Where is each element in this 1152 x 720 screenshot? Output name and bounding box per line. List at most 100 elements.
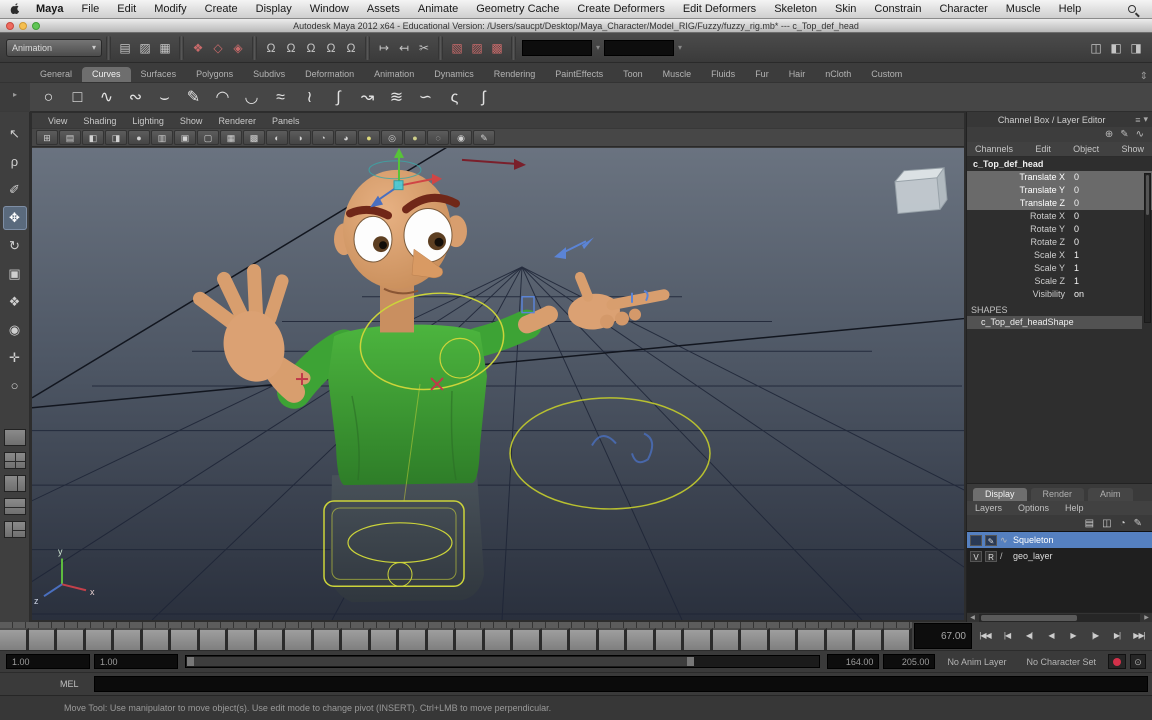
range-end-handle[interactable] (686, 657, 694, 666)
attr-value[interactable]: 0 (1071, 236, 1152, 249)
anim-layer-menu[interactable]: No Anim Layer (939, 657, 1014, 667)
toggle-channel-box-icon[interactable]: ◨ (1126, 38, 1146, 58)
default-light-icon[interactable]: ● (358, 130, 380, 145)
menu-constrain[interactable]: Constrain (865, 0, 930, 18)
channel-attr-scale-z[interactable]: Scale Z 1 (967, 275, 1152, 288)
menu-create-deformers[interactable]: Create Deformers (568, 0, 673, 18)
attr-value[interactable]: on (1071, 288, 1152, 301)
layer-menu-help[interactable]: Help (1065, 503, 1100, 513)
menu-assets[interactable]: Assets (358, 0, 409, 18)
all-lights-icon[interactable]: ● (404, 130, 426, 145)
scale-tool[interactable]: ▣ (3, 262, 27, 286)
range-start-handle[interactable] (187, 657, 194, 666)
viewport-canvas[interactable]: y x z (32, 148, 964, 620)
channelbox-menu-channels[interactable]: Channels (975, 144, 1013, 154)
step-forward-frame-button[interactable]: |▶ (1084, 625, 1106, 647)
move-tool[interactable]: ✥ (2, 206, 27, 230)
isolate-select-icon[interactable]: ◉ (450, 130, 472, 145)
layout-single-perspective[interactable] (3, 429, 26, 446)
universal-manipulator-tool[interactable]: ❖ (3, 290, 27, 314)
shelf-tab-polygons[interactable]: Polygons (186, 67, 243, 82)
play-backwards-button[interactable]: ◀ (1040, 625, 1062, 647)
layer-name[interactable]: geo_layer (1013, 551, 1053, 561)
shelf-tab-rendering[interactable]: Rendering (484, 67, 546, 82)
panel-menu-panels[interactable]: Panels (264, 116, 308, 126)
channel-manip-icon[interactable]: ✎ (1120, 129, 1128, 140)
rotate-tool[interactable]: ↻ (3, 234, 27, 258)
panel-menu-view[interactable]: View (40, 116, 75, 126)
channel-attr-rotate-x[interactable]: Rotate X 0 (967, 210, 1152, 223)
layer-row-geo-layer[interactable]: V R / geo_layer (967, 548, 1152, 564)
panel-menu-icon[interactable]: ≡ (1135, 115, 1140, 125)
channel-attr-rotate-y[interactable]: Rotate Y 0 (967, 223, 1152, 236)
layer-tab-anim[interactable]: Anim (1088, 488, 1133, 501)
two-point-arc-icon[interactable]: ◡ (237, 85, 266, 110)
playback-end-field[interactable]: 164.00 (827, 654, 880, 669)
auto-keyframe-button[interactable] (1108, 654, 1126, 669)
minimize-window-button[interactable] (19, 22, 27, 30)
input-connections-icon[interactable]: ↦ (374, 38, 394, 58)
menu-muscle[interactable]: Muscle (997, 0, 1050, 18)
attr-value[interactable]: 0 (1071, 171, 1152, 184)
channel-attr-translate-x[interactable]: Translate X 0 (967, 171, 1152, 184)
menu-skeleton[interactable]: Skeleton (765, 0, 826, 18)
shelf-resize-icon[interactable]: ⇕ (1140, 71, 1148, 82)
panel-menu-lighting[interactable]: Lighting (124, 116, 172, 126)
range-fill[interactable] (187, 657, 694, 666)
2d-pan-zoom-icon[interactable]: ▥ (151, 130, 173, 145)
snap-curve-icon[interactable]: Ω (281, 38, 301, 58)
shelf-tab-deformation[interactable]: Deformation (295, 67, 364, 82)
layer-type-icon[interactable]: ∿ (1000, 535, 1010, 546)
add-points-tool-icon[interactable]: ʃ (469, 85, 498, 110)
reference-cube[interactable] (894, 167, 948, 214)
three-point-arc-icon[interactable]: ◠ (208, 85, 237, 110)
menu-create[interactable]: Create (196, 0, 247, 18)
current-frame-field[interactable]: 67.00 (914, 623, 972, 649)
layer-visibility-toggle[interactable]: V (970, 550, 982, 562)
layer-row-squeleton[interactable]: ✎ ∿ Squeleton (967, 532, 1152, 548)
snap-point-icon[interactable]: Ω (301, 38, 321, 58)
xray-icon[interactable]: ◌ (427, 130, 449, 145)
attr-value[interactable]: 0 (1071, 210, 1152, 223)
attr-value[interactable]: 1 (1071, 249, 1152, 262)
menu-edit[interactable]: Edit (108, 0, 145, 18)
textured-icon[interactable]: ▩ (243, 130, 265, 145)
image-plane-icon[interactable]: ● (128, 130, 150, 145)
select-hierarchy-icon[interactable]: ❖ (188, 38, 208, 58)
apple-logo-icon[interactable] (10, 3, 21, 16)
play-forwards-button[interactable]: ▶ (1062, 625, 1084, 647)
command-language-label[interactable]: MEL (60, 679, 88, 689)
layout-four-view[interactable] (3, 452, 26, 469)
menu-modify[interactable]: Modify (145, 0, 195, 18)
playback-start-field[interactable]: 1.00 (94, 654, 178, 669)
layer-horizontal-scrollbar[interactable]: ◀ ▶ (967, 612, 1152, 622)
shelf-tab-muscle[interactable]: Muscle (653, 67, 702, 82)
new-empty-layer-icon[interactable]: ▤ (1085, 518, 1094, 529)
extend-curve-icon[interactable]: ↝ (353, 85, 382, 110)
attach-curves-icon[interactable]: ≈ (266, 85, 295, 110)
go-to-end-button[interactable]: ▶▶| (1128, 625, 1150, 647)
channelbox-menu-edit[interactable]: Edit (1035, 144, 1051, 154)
camera-attributes-icon[interactable]: ◧ (82, 130, 104, 145)
menu-maya[interactable]: Maya (27, 0, 73, 18)
channel-attr-translate-z[interactable]: Translate Z 0 (967, 197, 1152, 210)
detach-curves-icon[interactable]: ≀ (295, 85, 324, 110)
menu-file[interactable]: File (73, 0, 109, 18)
channel-attr-translate-y[interactable]: Translate Y 0 (967, 184, 1152, 197)
menu-skin[interactable]: Skin (826, 0, 865, 18)
sphere-layer-icon[interactable]: ◔ (1120, 518, 1126, 529)
layout-persp-hypershade[interactable] (3, 521, 26, 538)
menu-window[interactable]: Window (301, 0, 358, 18)
shelf-tab-hair[interactable]: Hair (779, 67, 816, 82)
edit-layer-icon[interactable]: ✎ (1134, 518, 1142, 529)
shelf-tab-animation[interactable]: Animation (364, 67, 424, 82)
layer-tab-render[interactable]: Render (1030, 488, 1085, 501)
chevron-down-icon[interactable]: ▾ (596, 43, 600, 52)
shelf-tab-dynamics[interactable]: Dynamics (424, 67, 484, 82)
cv-curve-tool-icon[interactable]: ∿ (92, 85, 121, 110)
shelf-tab-fur[interactable]: Fur (745, 67, 779, 82)
use-lighting-icon[interactable]: ◐ (266, 130, 288, 145)
command-input-field[interactable] (94, 676, 1148, 692)
menu-character[interactable]: Character (930, 0, 996, 18)
select-camera-icon[interactable]: ⊞ (36, 130, 58, 145)
